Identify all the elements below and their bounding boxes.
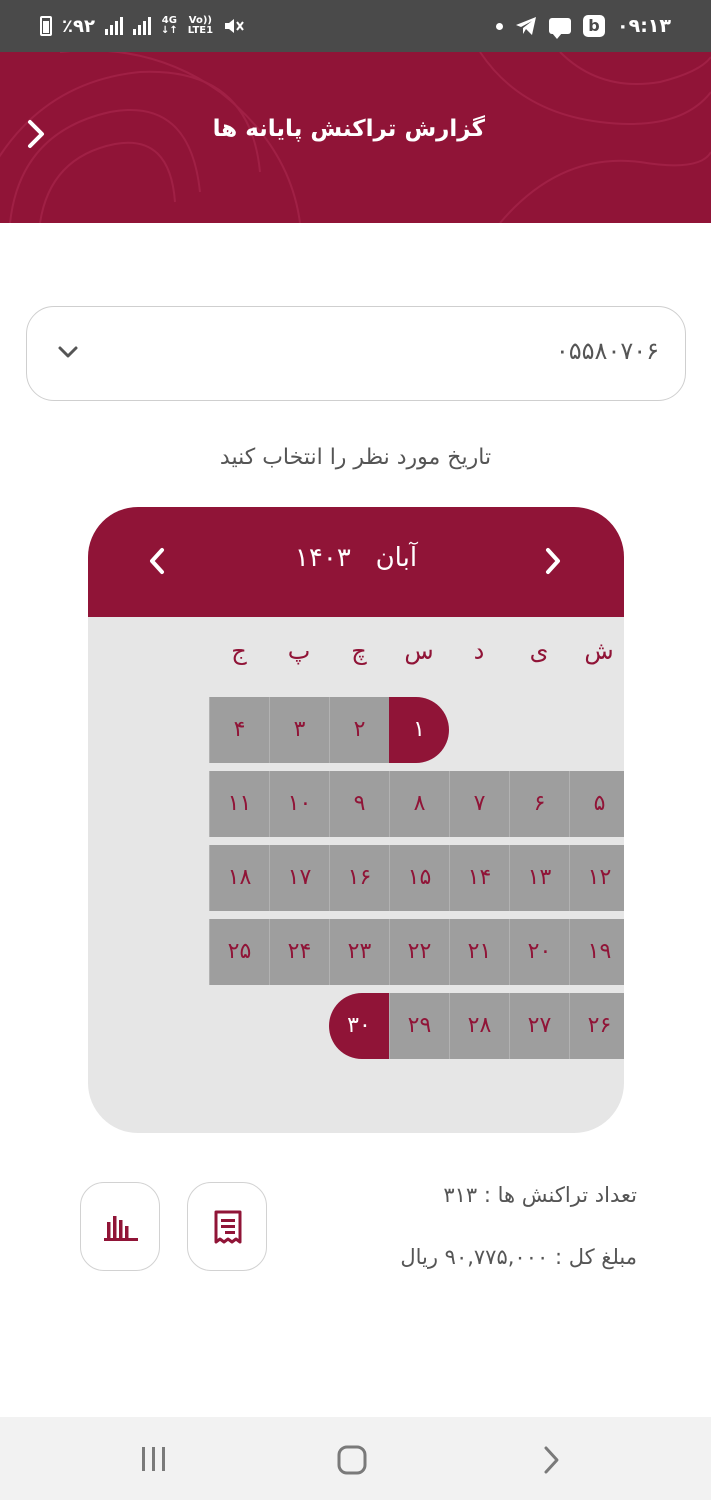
calendar-day[interactable]: ۲ [329, 697, 389, 763]
calendar-day[interactable]: ۱۲ [569, 845, 624, 911]
calendar-day[interactable]: ۲۰ [509, 919, 569, 985]
calendar-day[interactable]: ۶ [509, 771, 569, 837]
calendar-day[interactable]: ۱۵ [389, 845, 449, 911]
transaction-count: تعداد تراکنش ها : ۳۱۳ [443, 1183, 637, 1207]
calendar-header: آبان ۱۴۰۳ [88, 507, 624, 617]
page-title: گزارش تراکنش پایانه ها [212, 116, 485, 142]
chevron-down-icon [58, 346, 78, 358]
network-type: 4G ↓↑ [160, 15, 178, 36]
total-amount: مبلغ کل : ۹۰,۷۷۵,۰۰۰ ریال [400, 1245, 637, 1269]
total-amount-value: ۹۰,۷۷۵,۰۰۰ ریال [400, 1245, 549, 1269]
calendar-day[interactable]: ۲۱ [449, 919, 509, 985]
calendar-day[interactable]: ۹ [329, 771, 389, 837]
calendar-day[interactable]: ۱۹ [569, 919, 624, 985]
signal-icon-2 [132, 17, 151, 35]
signal-icon [104, 17, 123, 35]
calendar-day[interactable]: ۳۰ [329, 993, 389, 1059]
app-header: گزارش تراکنش پایانه ها [0, 52, 711, 223]
transaction-count-label: تعداد تراکنش ها : [483, 1183, 637, 1207]
telegram-icon [516, 17, 536, 35]
calendar-day[interactable]: ۱۱ [209, 771, 269, 837]
system-back-button[interactable] [539, 1444, 563, 1476]
volte-indicator: Vo)) LTE1 [187, 15, 214, 36]
weekday-label: چ [351, 637, 367, 665]
chart-button[interactable] [80, 1182, 160, 1271]
calendar-day[interactable]: ۲۲ [389, 919, 449, 985]
calendar-day[interactable]: ۱۴ [449, 845, 509, 911]
calendar-day[interactable]: ۸ [389, 771, 449, 837]
transaction-count-value: ۳۱۳ [443, 1183, 478, 1207]
receipt-button[interactable] [187, 1182, 267, 1271]
terminal-select-value: ۰۵۵۸۰۷۰۶ [555, 337, 659, 365]
status-right: b ۰۹:۱۳ [496, 12, 671, 40]
mute-icon [225, 19, 244, 33]
recent-apps-button[interactable] [139, 1444, 169, 1474]
weekday-label: ی [529, 637, 549, 665]
calendar-day[interactable]: ۱ [389, 697, 449, 763]
calendar-day[interactable]: ۲۴ [269, 919, 329, 985]
calendar-day[interactable]: ۲۶ [569, 993, 624, 1059]
status-left: ٪۹۲ 4G ↓↑ Vo)) LTE1 [40, 12, 245, 40]
clock: ۰۹:۱۳ [617, 15, 671, 37]
terminal-select[interactable]: ۰۵۵۸۰۷۰۶ [26, 306, 686, 401]
weekday-label: د [473, 637, 485, 665]
notification-dot-icon [496, 22, 503, 30]
calendar-day[interactable]: ۱۸ [209, 845, 269, 911]
calendar-day[interactable]: ۷ [449, 771, 509, 837]
calendar-month: آبان [375, 543, 418, 573]
calendar-day[interactable]: ۲۸ [449, 993, 509, 1059]
message-icon [549, 18, 571, 39]
calendar-year: ۱۴۰۳ [294, 543, 351, 573]
calendar-day[interactable]: ۴ [209, 697, 269, 763]
calendar-day[interactable]: ۱۰ [269, 771, 329, 837]
next-month-button[interactable] [540, 545, 564, 577]
calendar-day[interactable]: ۱۷ [269, 845, 329, 911]
calendar-day[interactable]: ۲۵ [209, 919, 269, 985]
calendar-day[interactable]: ۱۶ [329, 845, 389, 911]
back-button[interactable] [22, 116, 50, 152]
app-b-icon: b [583, 15, 605, 37]
bar-chart-icon [104, 1216, 138, 1241]
status-bar: ٪۹۲ 4G ↓↑ Vo)) LTE1 b ۰۹:۱۳ [0, 0, 711, 52]
calendar-day[interactable]: ۳ [269, 697, 329, 763]
home-button[interactable] [336, 1444, 368, 1476]
battery-icon [40, 16, 52, 36]
weekday-label: ج [231, 637, 247, 665]
weekday-label: پ [287, 637, 311, 665]
total-amount-label: مبلغ کل : [554, 1245, 637, 1269]
weekday-label: س [404, 637, 434, 665]
receipt-icon [214, 1210, 242, 1244]
calendar-day[interactable]: ۱۳ [509, 845, 569, 911]
calendar-day[interactable]: ۲۹ [389, 993, 449, 1059]
system-navigation-bar [0, 1417, 711, 1500]
calendar-day[interactable]: ۵ [569, 771, 624, 837]
calendar-day[interactable]: ۲۳ [329, 919, 389, 985]
date-prompt: تاریخ مورد نظر را انتخاب کنید [219, 445, 492, 470]
calendar: آبان ۱۴۰۳ شیدسچپج ۱ ۲ ۳ ۴ ۵ ۶ ۷ ۸ ۹ ۱۰ ۱۱ ۱۲ ۱۳ ۱۴ ۱۵ ۱… [88, 507, 624, 1133]
battery-level: ٪۹۲ [62, 15, 95, 37]
calendar-day[interactable]: ۲۷ [509, 993, 569, 1059]
weekday-label: ش [584, 637, 614, 665]
